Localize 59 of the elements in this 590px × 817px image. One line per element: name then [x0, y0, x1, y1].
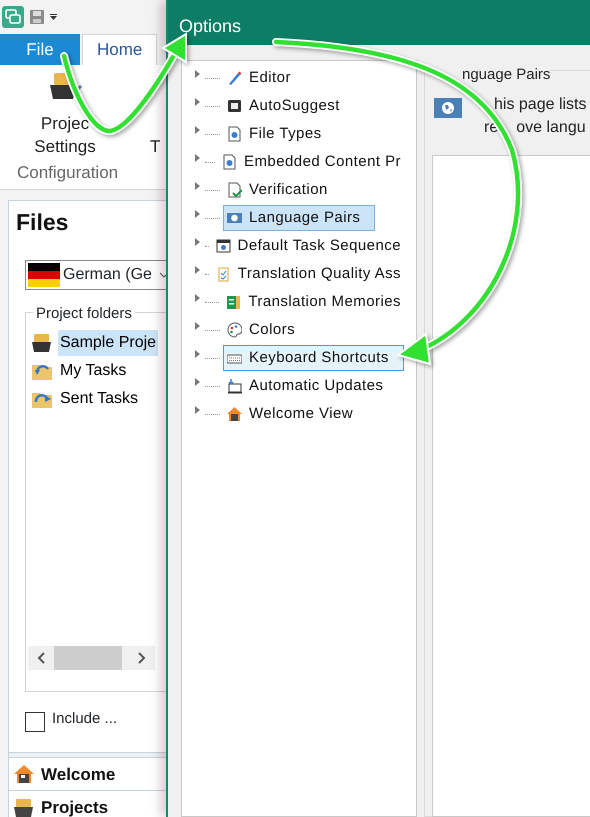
tree-item[interactable]: AutoSuggest — [223, 92, 355, 120]
project-folder-icon — [13, 798, 35, 817]
scrollbar-thumb[interactable] — [54, 646, 122, 670]
expand-arrow-icon[interactable] — [195, 350, 200, 358]
tree-item[interactable]: Translation Quality Ass — [212, 260, 416, 288]
project-folder-icon — [31, 332, 53, 352]
tab[interactable]: File — [0, 34, 80, 65]
expand-arrow-icon[interactable] — [195, 322, 200, 330]
expand-arrow-icon[interactable] — [195, 378, 200, 386]
checkbox[interactable] — [25, 712, 45, 732]
tree-item[interactable]: Colors — [223, 316, 310, 344]
tree-item[interactable]: Default Task Sequence — [212, 232, 416, 260]
globe-icon — [434, 98, 462, 118]
tree-item[interactable]: Editor — [223, 64, 306, 92]
expand-arrow-icon[interactable] — [195, 238, 200, 246]
computer-download-icon — [227, 378, 242, 394]
tab[interactable]: Home — [82, 34, 158, 65]
palette-icon — [227, 322, 242, 338]
ledger-icon — [226, 294, 242, 310]
pencil-icon — [227, 70, 242, 86]
expand-arrow-icon[interactable] — [195, 70, 200, 78]
expand-arrow-icon[interactable] — [195, 294, 200, 302]
flag-icon — [28, 262, 60, 286]
tree-item[interactable]: Language Pairs — [223, 204, 376, 232]
expand-arrow-icon[interactable] — [195, 266, 200, 274]
ribbon-button[interactable]: T — [130, 65, 167, 160]
expand-arrow-icon[interactable] — [195, 154, 200, 162]
tree-item[interactable]: Translation Memories — [222, 288, 416, 316]
tree-item[interactable]: Welcome View — [223, 400, 368, 428]
group-title: nguage Pairs — [461, 65, 550, 85]
house-icon — [13, 764, 35, 784]
ribbon-group-label: Configuration — [16, 162, 120, 184]
expand-arrow-icon[interactable] — [195, 98, 200, 106]
ribbon-button[interactable]: Projec Settings — [0, 65, 130, 160]
pane-title: Files — [15, 208, 70, 237]
expand-arrow-icon[interactable] — [195, 182, 200, 190]
tree-item[interactable]: Embedded Content Pr — [218, 148, 416, 176]
chevron-down-icon — [158, 272, 167, 278]
checkbox-label: Include ... — [52, 708, 118, 728]
keycap-icon — [227, 98, 242, 114]
clipboard-check-icon — [216, 266, 231, 282]
house-icon — [227, 406, 242, 422]
app-logo-icon[interactable] — [2, 6, 24, 28]
tree-item[interactable]: Verification — [223, 176, 343, 204]
tree-item[interactable]: Keyboard Shortcuts — [223, 344, 404, 372]
document-check-icon — [227, 182, 242, 198]
tree-item[interactable]: Automatic Updates — [223, 372, 398, 400]
chevron-left-icon[interactable] — [37, 652, 45, 664]
chevron-right-icon[interactable] — [138, 652, 146, 664]
expand-arrow-icon[interactable] — [195, 406, 200, 414]
save-icon[interactable] — [30, 10, 44, 24]
horizontal-scrollbar[interactable] — [28, 646, 155, 670]
expand-arrow-icon[interactable] — [195, 210, 200, 218]
globe-icon — [227, 210, 242, 226]
dropdown-caret-icon[interactable] — [50, 14, 57, 20]
expand-arrow-icon[interactable] — [195, 126, 200, 134]
language-dropdown[interactable]: German (Ge — [25, 260, 167, 290]
tree-item[interactable]: File Types — [223, 120, 337, 148]
dialog-title: Options — [168, 0, 590, 45]
